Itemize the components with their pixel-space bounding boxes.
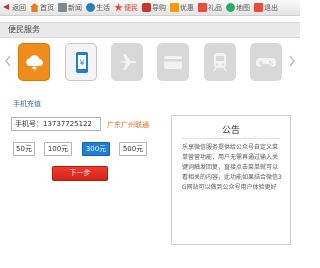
nav-label: 优惠 xyxy=(180,3,194,12)
nav-news[interactable]: 新闻 xyxy=(58,0,82,16)
gamepad-icon xyxy=(256,58,276,67)
nav-guide[interactable]: 导购 xyxy=(142,0,166,16)
deal-icon xyxy=(170,3,179,12)
life-icon xyxy=(86,3,95,12)
weather-cloud-icon xyxy=(26,55,43,72)
nav-label: 导购 xyxy=(152,3,166,12)
nav-service[interactable]: 便民 xyxy=(114,0,138,16)
chevron-right-icon[interactable] xyxy=(288,55,296,67)
nav-map[interactable]: 地图 xyxy=(226,0,250,16)
notice-panel: 公告 乐享微信服务提供给公众号自定义菜单营营功能，用户无需再通过输入关键词触发回… xyxy=(171,115,291,245)
amount-option-100[interactable]: 100元 xyxy=(44,142,72,156)
notice-title: 公告 xyxy=(221,126,240,136)
service-game-tile[interactable] xyxy=(250,43,282,81)
service-flight-tile[interactable] xyxy=(111,43,143,81)
service-weather-tile[interactable] xyxy=(18,43,50,81)
service-train-tile[interactable] xyxy=(204,43,236,81)
section-title: 便民服务 xyxy=(0,22,300,38)
service-mobile-recharge-tile[interactable]: ¥ xyxy=(65,43,97,81)
map-icon xyxy=(226,3,235,12)
nav-label: 返回 xyxy=(12,3,26,12)
guide-icon xyxy=(142,3,151,12)
amount-option-300-selected[interactable]: 300元 xyxy=(82,142,110,156)
carrier-label: 广东广州联通 xyxy=(107,121,149,129)
home-icon xyxy=(30,3,39,12)
notice-body: 乐享微信服务提供给公众号自定义菜单营营功能，用户无需再通过输入关键词触发回复，直… xyxy=(182,144,282,191)
top-nav: 返回 首页 新闻 生活 便民 导购 优惠 礼品 地图 退出 xyxy=(0,0,300,16)
nav-label: 首页 xyxy=(40,3,54,12)
service-star-icon xyxy=(114,3,123,12)
back-arrow-icon xyxy=(2,3,11,12)
service-strip: ¥ xyxy=(14,43,292,83)
nav-back[interactable]: 返回 xyxy=(2,0,26,16)
notice-divider xyxy=(182,138,280,139)
nav-label: 便民 xyxy=(124,3,138,12)
phone-number-input[interactable]: 手机号：13737725122 xyxy=(11,117,101,131)
nav-exit[interactable]: 退出 xyxy=(254,0,278,16)
nav-label: 地图 xyxy=(236,3,250,12)
next-step-button[interactable]: 下一步 xyxy=(52,166,108,181)
mobile-recharge-icon: ¥ xyxy=(76,52,88,73)
service-card-tile[interactable] xyxy=(157,43,189,81)
news-icon xyxy=(58,3,67,12)
nav-label: 退出 xyxy=(264,3,278,12)
exit-icon xyxy=(254,3,263,12)
svg-text:¥: ¥ xyxy=(79,59,84,68)
recharge-form-title: 手机充值 xyxy=(13,100,41,108)
nav-life[interactable]: 生活 xyxy=(86,0,110,16)
airplane-icon xyxy=(118,54,136,70)
card-icon xyxy=(164,56,182,69)
nav-label: 新闻 xyxy=(68,3,82,12)
nav-label: 生活 xyxy=(96,3,110,12)
nav-label: 礼品 xyxy=(208,3,222,12)
nav-gift[interactable]: 礼品 xyxy=(198,0,222,16)
gift-icon xyxy=(198,3,207,12)
train-icon xyxy=(213,53,227,72)
nav-deal[interactable]: 优惠 xyxy=(170,0,194,16)
chevron-left-icon[interactable] xyxy=(4,55,12,67)
amount-option-500[interactable]: 500元 xyxy=(119,142,147,156)
nav-home[interactable]: 首页 xyxy=(30,0,54,16)
amount-option-50[interactable]: 50元 xyxy=(13,142,35,156)
